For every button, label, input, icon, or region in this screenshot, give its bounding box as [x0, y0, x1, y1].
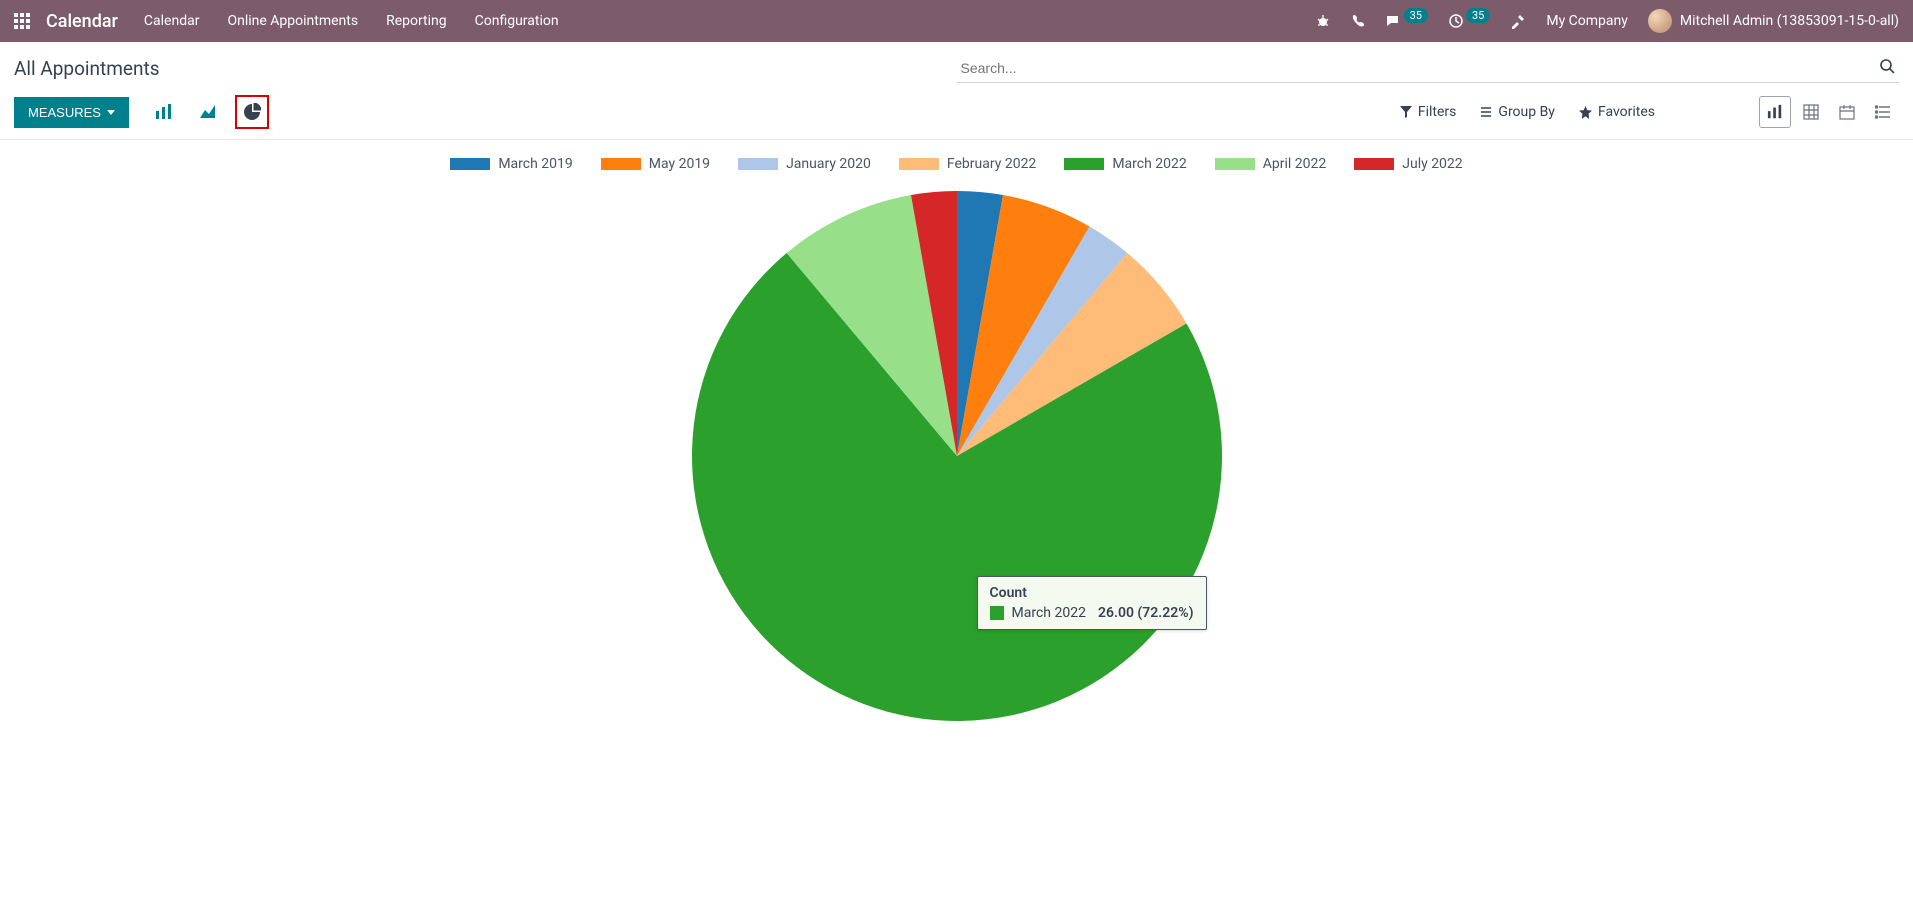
- tooltip-title: Count: [990, 585, 1194, 601]
- filters-label: Filters: [1418, 104, 1457, 120]
- page-title: All Appointments: [14, 57, 160, 80]
- legend-item-0[interactable]: March 2019: [450, 156, 572, 172]
- filters-button[interactable]: Filters: [1400, 104, 1457, 120]
- list-icon: [1480, 106, 1492, 118]
- tooltip-label: March 2022: [1012, 605, 1086, 621]
- phone-icon[interactable]: [1351, 14, 1366, 29]
- avatar-icon: [1648, 9, 1672, 33]
- nav-calendar[interactable]: Calendar: [144, 13, 200, 29]
- legend-item-4[interactable]: March 2022: [1064, 156, 1186, 172]
- nav-reporting[interactable]: Reporting: [386, 13, 447, 29]
- measures-button[interactable]: MEASURES: [14, 97, 129, 128]
- favorites-label: Favorites: [1598, 104, 1655, 120]
- control-bar: All Appointments MEASURES: [0, 42, 1913, 140]
- view-switcher: [1759, 96, 1899, 128]
- nav-configuration[interactable]: Configuration: [475, 13, 559, 29]
- search-options: Filters Group By Favorites: [1400, 96, 1899, 128]
- pie-chart-icon[interactable]: [235, 95, 269, 129]
- nav-online-appointments[interactable]: Online Appointments: [227, 13, 358, 29]
- chart-area: March 2019 May 2019 January 2020 Februar…: [0, 140, 1913, 766]
- swatch-icon: [1215, 158, 1255, 170]
- legend-item-1[interactable]: May 2019: [601, 156, 710, 172]
- swatch-icon: [1064, 158, 1104, 170]
- activities-icon[interactable]: 35: [1448, 13, 1490, 29]
- app-name: Calendar: [46, 11, 118, 32]
- list-view-icon[interactable]: [1867, 96, 1899, 128]
- favorites-button[interactable]: Favorites: [1579, 104, 1655, 120]
- main-nav: Calendar Online Appointments Reporting C…: [144, 13, 559, 29]
- messages-icon[interactable]: 35: [1386, 13, 1428, 29]
- swatch-icon: [738, 158, 778, 170]
- chart-tooltip: Count March 2022 26.00 (72.22%): [977, 576, 1207, 630]
- swatch-icon: [601, 158, 641, 170]
- company-selector[interactable]: My Company: [1546, 13, 1628, 29]
- chart-legend: March 2019 May 2019 January 2020 Februar…: [450, 156, 1462, 172]
- tools-icon[interactable]: [1510, 13, 1526, 29]
- chevron-down-icon: [107, 110, 115, 115]
- legend-item-5[interactable]: April 2022: [1215, 156, 1327, 172]
- graph-view-icon[interactable]: [1759, 96, 1791, 128]
- filter-icon: [1400, 106, 1412, 118]
- user-menu[interactable]: Mitchell Admin (13853091-15-0-all): [1648, 9, 1899, 33]
- app-header: Calendar Calendar Online Appointments Re…: [0, 0, 1913, 42]
- calendar-view-icon[interactable]: [1831, 96, 1863, 128]
- legend-item-2[interactable]: January 2020: [738, 156, 871, 172]
- apps-grid-icon[interactable]: [14, 13, 30, 29]
- messages-badge: 35: [1404, 8, 1428, 23]
- swatch-icon: [1354, 158, 1394, 170]
- pie-chart[interactable]: Count March 2022 26.00 (72.22%): [687, 186, 1227, 726]
- tooltip-value: 26.00 (72.22%): [1098, 605, 1194, 621]
- groupby-label: Group By: [1498, 104, 1555, 120]
- pivot-view-icon[interactable]: [1795, 96, 1827, 128]
- search-wrap: [957, 54, 1900, 83]
- legend-item-3[interactable]: February 2022: [899, 156, 1036, 172]
- header-right: 35 35 My Company Mitchell Admin (1385309…: [1315, 9, 1899, 33]
- bug-icon[interactable]: [1315, 13, 1331, 29]
- chart-type-group: [147, 95, 269, 129]
- search-icon[interactable]: [1879, 58, 1895, 74]
- groupby-button[interactable]: Group By: [1480, 104, 1555, 120]
- star-icon: [1579, 106, 1592, 119]
- legend-item-6[interactable]: July 2022: [1354, 156, 1462, 172]
- swatch-icon: [990, 606, 1004, 620]
- swatch-icon: [450, 158, 490, 170]
- activities-badge: 35: [1466, 8, 1490, 23]
- line-chart-icon[interactable]: [191, 95, 225, 129]
- swatch-icon: [899, 158, 939, 170]
- measures-label: MEASURES: [28, 105, 101, 120]
- user-name: Mitchell Admin (13853091-15-0-all): [1680, 13, 1899, 29]
- search-input[interactable]: [957, 54, 1900, 83]
- bar-chart-icon[interactable]: [147, 95, 181, 129]
